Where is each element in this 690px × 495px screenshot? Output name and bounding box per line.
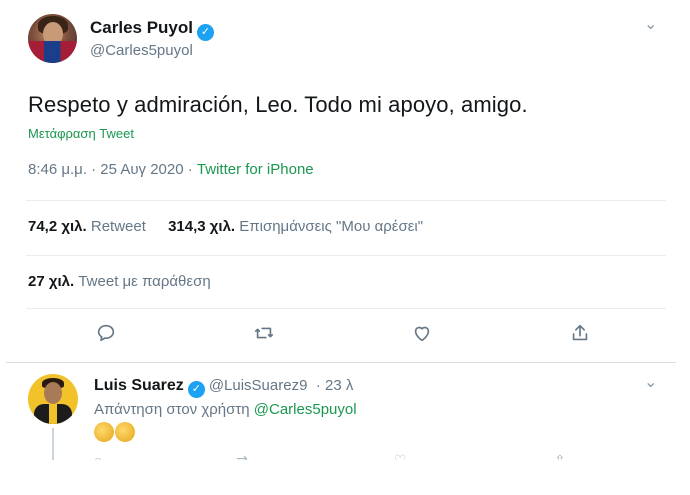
quotes-count: 27 χιλ.: [28, 273, 75, 290]
clap-emoji-icon: [115, 422, 135, 442]
replying-to-label: Απάντηση στον χρήστη: [94, 401, 254, 418]
replying-to-mention[interactable]: @Carles5puyol: [254, 401, 357, 418]
reply-time[interactable]: · 23 λ: [316, 377, 354, 394]
reply-button[interactable]: [94, 322, 118, 346]
quotes-label: Tweet με παράθεση: [78, 273, 211, 290]
clap-emoji-icon: [94, 422, 114, 442]
tweet-text: Respeto y admiración, Leo. Todo mi apoyo…: [28, 92, 528, 117]
likes-count: 314,3 χιλ.: [168, 218, 236, 235]
reply-author-name[interactable]: Luis Suarez: [94, 377, 184, 394]
divider: [26, 255, 666, 256]
avatar-stripe: [49, 404, 57, 424]
reply-icon[interactable]: ○: [94, 452, 102, 460]
share-icon[interactable]: ⇧: [554, 452, 566, 460]
heart-icon[interactable]: ♡: [394, 452, 407, 460]
retweet-icon: [254, 327, 274, 339]
divider: [26, 200, 666, 201]
replying-to: Απάντηση στον χρήστη @Carles5puyol: [94, 401, 357, 418]
retweets-label: Retweet: [90, 218, 146, 235]
reply-author-row: Luis Suarez ✓ @LuisSuarez9 · 23 λ: [94, 377, 353, 398]
thread-line: [52, 428, 54, 460]
heart-icon: [414, 326, 430, 342]
divider: [26, 308, 666, 309]
reply-text-emoji: [94, 422, 136, 448]
tweet-source-link[interactable]: Twitter for iPhone: [197, 161, 314, 178]
avatar-shirt: [28, 40, 77, 63]
verified-badge-icon: ✓: [197, 24, 214, 41]
reply-author-handle[interactable]: @LuisSuarez9: [209, 377, 308, 394]
author-handle[interactable]: @Carles5puyol: [90, 42, 193, 59]
author-avatar[interactable]: [28, 14, 77, 63]
tweet-meta: 8:46 μ.μ. · 25 Αυγ 2020 · Twitter for iP…: [28, 161, 314, 178]
author-name-text[interactable]: Carles Puyol: [90, 18, 193, 37]
retweet-button[interactable]: [252, 322, 276, 346]
engagement-stats: 74,2 χιλ. Retweet 314,3 χιλ. Επισημάνσει…: [28, 218, 441, 235]
author-name[interactable]: Carles Puyol ✓: [90, 18, 214, 41]
verified-badge-icon: ✓: [187, 381, 205, 398]
quotes-stat[interactable]: 27 χιλ. Tweet με παράθεση: [28, 273, 211, 290]
retweets-count: 74,2 χιλ.: [28, 218, 87, 235]
retweet-icon[interactable]: ⇄: [236, 452, 248, 460]
share-icon: [572, 324, 588, 341]
like-button[interactable]: [410, 322, 434, 346]
reply-icon: [97, 324, 115, 342]
quotes-row: 27 χιλ. Tweet με παράθεση: [28, 273, 229, 290]
translate-tweet-link[interactable]: Μετάφραση Tweet: [28, 126, 134, 141]
chevron-down-icon[interactable]: ⌄: [644, 372, 657, 392]
share-button[interactable]: [568, 322, 592, 346]
tweet-card: Carles Puyol ✓ @Carles5puyol ⌄ Respeto y …: [6, 0, 676, 460]
tweet-timestamp[interactable]: 8:46 μ.μ. · 25 Αυγ 2020 ·: [28, 161, 197, 178]
reply-author-avatar[interactable]: [28, 374, 78, 424]
likes-stat[interactable]: 314,3 χιλ. Επισημάνσεις "Μου αρέσει": [168, 218, 423, 235]
divider: [6, 362, 676, 363]
retweets-stat[interactable]: 74,2 χιλ. Retweet: [28, 218, 146, 235]
avatar-face: [44, 382, 62, 404]
likes-label: Επισημάνσεις "Μου αρέσει": [239, 218, 424, 235]
chevron-down-icon[interactable]: ⌄: [644, 14, 657, 34]
